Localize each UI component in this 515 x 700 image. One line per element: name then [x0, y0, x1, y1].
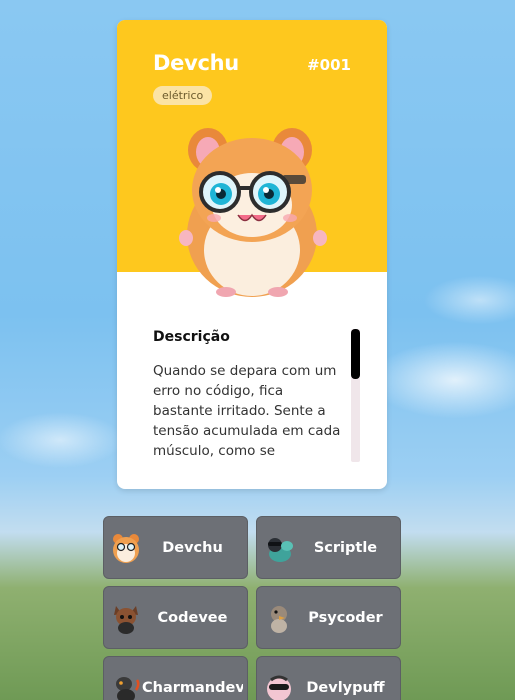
- list-item-label: Codevee: [157, 610, 228, 626]
- list-item-label: Devlypuff: [306, 680, 385, 696]
- list-item-label: Devchu: [162, 540, 223, 556]
- list-item-charmandev[interactable]: Charmandev: [103, 656, 248, 700]
- list-item-scriptle[interactable]: Scriptle: [256, 516, 401, 579]
- hamster-icon: [113, 534, 139, 563]
- bulbasaur-icon: [268, 538, 293, 562]
- description-section: Descrição Quando se depara com um erro n…: [153, 329, 343, 461]
- card-name: Devchu: [153, 51, 239, 75]
- scrollbar-thumb[interactable]: [351, 329, 360, 379]
- card-number: #001: [307, 56, 351, 74]
- list-item-label: Charmandev: [142, 680, 243, 696]
- list-item-devchu[interactable]: Devchu: [103, 516, 248, 579]
- pokemon-card: Devchu #001 elétrico Descrição Quando se…: [117, 20, 387, 489]
- description-text: Quando se depara com um erro no código, …: [153, 363, 341, 459]
- description-title: Descrição: [153, 329, 230, 345]
- type-badge: elétrico: [153, 86, 213, 105]
- puffball-icon: [267, 675, 291, 700]
- list-item-devlypuff[interactable]: Devlypuff: [256, 656, 401, 700]
- hamster-with-glasses-icon: [179, 128, 327, 297]
- description-scrollbar[interactable]: [351, 329, 360, 462]
- duck-icon: [271, 606, 287, 633]
- lizard-icon: [116, 677, 140, 700]
- fox-icon: [114, 606, 138, 634]
- list-item-psycoder[interactable]: Psycoder: [256, 586, 401, 649]
- list-item-label: Scriptle: [313, 540, 378, 556]
- list-item-codevee[interactable]: Codevee: [103, 586, 248, 649]
- list-item-label: Psycoder: [308, 610, 383, 626]
